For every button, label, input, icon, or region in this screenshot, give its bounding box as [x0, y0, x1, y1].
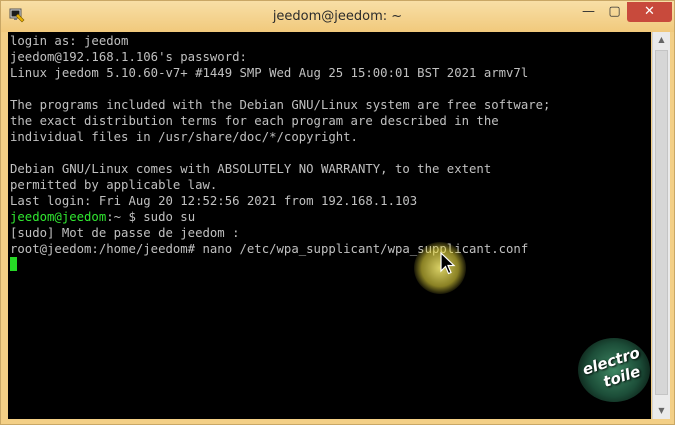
terminal-line: jeedom@192.168.1.106's password:	[10, 50, 247, 64]
window-title: jeedom@jeedom: ~	[272, 9, 403, 24]
scroll-down-arrow-icon[interactable]: ▼	[653, 403, 670, 419]
scroll-thumb[interactable]	[655, 50, 668, 395]
terminal-line: permitted by applicable law.	[10, 178, 218, 192]
terminal-area[interactable]: login as: jeedom jeedom@192.168.1.106's …	[8, 32, 651, 419]
text-cursor	[10, 257, 17, 271]
prompt-path: :~ $	[106, 210, 144, 224]
terminal-line: Debian GNU/Linux comes with ABSOLUTELY N…	[10, 162, 492, 176]
terminal-window: jeedom@jeedom: ~ — ▢ ✕ login as: jeedom …	[0, 0, 675, 425]
terminal-output: login as: jeedom jeedom@192.168.1.106's …	[10, 33, 550, 273]
terminal-line: Last login: Fri Aug 20 12:52:56 2021 fro…	[10, 194, 418, 208]
sudo-password-line: [sudo] Mot de passe de jeedom :	[10, 226, 240, 240]
cursor-line	[10, 257, 550, 273]
prompt-line: jeedom@jeedom:~ $ sudo su	[10, 209, 550, 225]
prompt-command: sudo su	[143, 210, 196, 224]
maximize-button[interactable]: ▢	[601, 2, 628, 22]
root-command-line: root@jeedom:/home/jeedom# nano /etc/wpa_…	[10, 242, 529, 256]
terminal-line: The programs included with the Debian GN…	[10, 98, 551, 112]
terminal-line: Linux jeedom 5.10.60-v7+ #1449 SMP Wed A…	[10, 66, 529, 80]
scroll-up-arrow-icon[interactable]: ▲	[653, 32, 670, 48]
prompt-user-host: jeedom@jeedom	[10, 210, 107, 224]
mouse-pointer-icon	[440, 252, 456, 275]
title-bar[interactable]: jeedom@jeedom: ~ — ▢ ✕	[1, 1, 674, 32]
vertical-scrollbar[interactable]: ▲ ▼	[652, 32, 670, 419]
terminal-line: the exact distribution terms for each pr…	[10, 114, 499, 128]
minimize-button[interactable]: —	[575, 2, 602, 22]
terminal-line: individual files in /usr/share/doc/*/cop…	[10, 130, 358, 144]
close-button[interactable]: ✕	[627, 2, 672, 22]
terminal-line: login as: jeedom	[10, 34, 129, 48]
